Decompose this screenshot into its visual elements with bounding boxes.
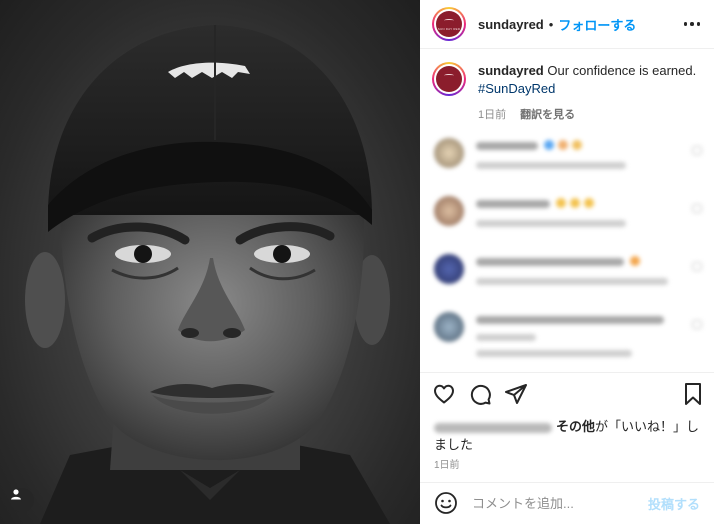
list-item: [432, 252, 706, 294]
caption-avatar[interactable]: [432, 62, 466, 96]
list-item: [432, 136, 706, 178]
more-options-icon[interactable]: [682, 16, 703, 32]
header-divider: [420, 48, 714, 49]
likes-summary: その他が「いいね！」しました: [434, 418, 704, 454]
post-header: SUN DAY RED sundayred • フォローする: [420, 0, 714, 48]
comment-icon[interactable]: [468, 382, 492, 406]
bookmark-icon[interactable]: [682, 382, 704, 406]
actions-divider: [420, 372, 714, 373]
caption: sundayred Our confidence is earned. #Sun…: [432, 62, 702, 124]
follow-button[interactable]: フォローする: [558, 15, 636, 34]
comment-box: 投稿する: [420, 482, 714, 524]
heart-icon[interactable]: [432, 382, 456, 406]
caption-time: 1日前: [478, 109, 507, 121]
post-timestamp[interactable]: 1日前: [434, 456, 460, 471]
brand-logo-icon: SUN DAY RED: [436, 11, 462, 37]
caption-hashtag[interactable]: #SunDayRed: [478, 80, 696, 98]
user-tag-icon[interactable]: [10, 488, 34, 512]
list-item: [432, 310, 706, 357]
caption-text: Our confidence is earned.: [543, 63, 697, 78]
separator-dot: •: [548, 16, 554, 32]
liker-names-blurred: [434, 422, 552, 433]
post-panel: SUN DAY RED sundayred • フォローする sundayred…: [420, 0, 714, 524]
caption-meta: 1日前 翻訳を見る: [478, 106, 696, 124]
brand-logo-icon: [436, 66, 462, 92]
post-comment-button[interactable]: 投稿する: [648, 494, 700, 513]
emoji-icon[interactable]: [434, 491, 458, 515]
action-bar: [432, 382, 704, 408]
translate-link[interactable]: 翻訳を見る: [520, 109, 575, 121]
list-item: [432, 194, 706, 236]
comment-input[interactable]: [472, 495, 642, 511]
account-username[interactable]: sundayred: [478, 17, 544, 32]
post-photo[interactable]: [0, 0, 420, 524]
likes-others[interactable]: その他: [556, 419, 595, 434]
portrait-illustration: [25, 25, 390, 524]
account-avatar[interactable]: SUN DAY RED: [432, 7, 466, 41]
share-icon[interactable]: [504, 382, 528, 406]
caption-body: sundayred Our confidence is earned. #Sun…: [478, 62, 696, 124]
caption-username[interactable]: sundayred: [478, 63, 544, 78]
